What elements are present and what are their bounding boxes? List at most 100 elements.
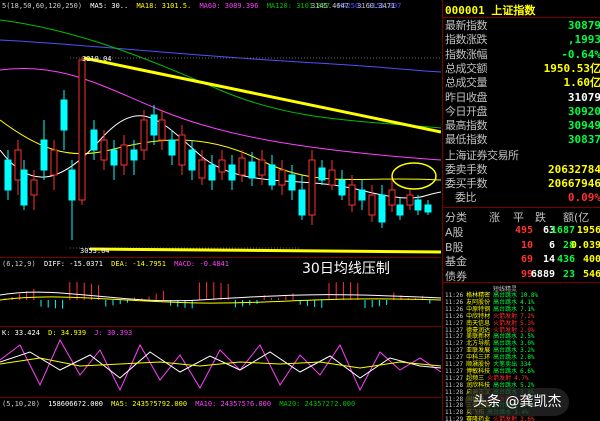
stats-cell-up: 10 [520,239,533,251]
alert-time: 11:29 [445,416,464,421]
stats-cell-amount: 1956 [576,225,600,236]
candle-body [338,179,346,196]
kdj-k: K: 33.424 [2,329,40,337]
alert-name: 赛隆药业 [466,416,491,421]
candle-body [30,179,38,196]
candle-body [110,149,118,166]
alert-event: 火箭发射 [493,416,518,421]
candle-body [130,149,138,161]
candle-body [78,59,86,201]
candle-body [120,144,128,166]
candle-body [288,174,296,191]
exchange-row: 上海证券交易所 [443,149,600,163]
candle-body [238,157,246,176]
legend-ma5: MA5: 30.. [90,2,129,10]
candle-body [328,169,336,186]
legend-extra-1: 3145.4647 [311,2,349,10]
candle-body [228,164,236,181]
quote-row: 最低指数 30837 [443,133,600,147]
candle-body [178,134,186,166]
buy-value: 20667946 [548,177,600,190]
trendline-arrow [83,56,441,134]
candle-body [368,194,376,216]
kline-chart[interactable] [0,0,441,421]
highlight-circle [391,162,437,190]
volume-ma5: MA5: 2435?5?92.000 [111,400,188,408]
low-price-label: 3053.04 [80,247,110,255]
candle-body [388,189,396,206]
stats-cell-down: 23 [562,268,575,280]
high-price-label: 3219.04 [82,55,112,63]
buy-row: 委买手数 20667946 [443,177,600,191]
alert-row[interactable]: 11:29 赛隆药业 火箭发射 3.6% [445,416,599,421]
candle-body [318,167,326,181]
kdj-j-line [0,338,441,392]
stock-code: 000001 [445,4,485,17]
stats-cell-flat: 6889 [530,268,555,280]
quote-row-value: 30949 [567,119,600,133]
stats-cell-down: 1687 [550,225,575,236]
quote-row-value: 30920 [567,104,600,118]
quote-row-label: 今日开盘 [445,104,488,118]
volume-ma20: MA20: 2435?2?2.000 [279,400,356,408]
exchange-label: 上海证券交易所 [445,149,519,162]
quote-row-value: -0.64% [561,47,600,61]
quote-row: 总成交量 1.60亿 [443,76,600,90]
stats-cell-up: 69 [520,254,533,265]
stats-cell-down: 436 [556,254,575,265]
sell-value: 20632784 [548,163,600,176]
header-divider [443,17,600,18]
kdj-k-line [0,351,441,379]
volume-value: 1586066?2.000 [48,400,103,408]
ratio-row: 委比 0.09% [443,191,600,205]
candle-body [100,139,108,161]
stats-header: 跌 [535,211,546,224]
candle-body [258,159,266,176]
kdj-j: J: 30.393 [94,329,133,337]
panel-divider [0,397,441,398]
panel-divider [0,326,441,327]
candle-body [50,149,58,176]
annotation-text: 30日均线压制 [302,261,390,277]
ratio-label: 委比 [455,191,477,204]
quote-row-value: ,1993 [567,33,600,47]
macd-value: MACD: -0.4841 [174,260,229,268]
stats-cell-amount: 400 [582,254,600,265]
quote-row-label: 指数涨幅 [445,47,488,61]
quote-row-label: 总成交量 [445,76,488,90]
stats-cell-flat: 14 [542,254,555,265]
candle-body [308,159,316,216]
quote-row: 昨日收盘 31079 [443,91,600,105]
candle-body [60,99,68,131]
quote-row: 最新指数 30879 [443,19,600,33]
stats-cell-amount: 546 [582,268,600,280]
quote-row-value: 31079 [567,90,600,104]
candle-body [396,204,404,216]
candle-body [20,169,28,206]
stats-header: 分类 [445,211,467,224]
volume-ma10: MA10: 2435?5?6.000 [195,400,272,408]
quote-row-value: 1.60亿 [563,76,600,90]
stats-cell-flat: 6 [548,239,555,251]
quote-row-label: 昨日收盘 [445,90,488,104]
stats-header: 涨 [489,211,500,224]
sell-row: 委卖手数 20632784 [443,163,600,177]
legend-ma18: MA18: 3101.5. [136,2,192,10]
candle-body [278,169,286,186]
legend-extra-2: 3160.3471 [357,2,396,10]
stats-cell-amount: 0.039 [570,239,600,251]
volume-param: (5,10,20) [2,400,40,408]
support-arrow [89,247,441,254]
main-chart-legend-extra: 3145.4647 3160.3471 [311,1,399,11]
kdj-d: D: 34.939 [48,329,87,337]
candle-body [140,119,148,151]
volume-legend: (5,10,20) 1586066?2.000 MA5: 2435?5?92.0… [2,399,359,409]
candle-body [358,189,366,201]
quote-row-label: 指数涨跌 [445,33,488,47]
candle-body [198,159,206,179]
quote-panel[interactable]: 000001 上证指数 最新指数 30879 指数涨跌 ,1993 指数涨幅 -0.64%… [442,0,600,421]
candle-body [248,161,256,179]
candle-body [168,139,176,156]
candle-body [218,159,226,173]
kline-chart-area[interactable]: 5(18,50,60,120,250) MA5: 30.. MA18: 3101… [0,0,441,421]
